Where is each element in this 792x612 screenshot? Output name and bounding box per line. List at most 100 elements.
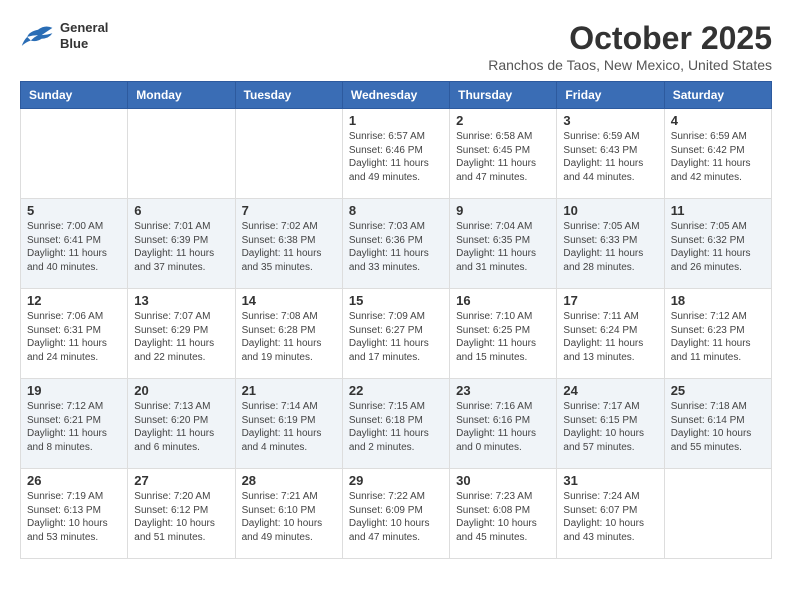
calendar-day-20: 20 Sunrise: 7:13 AMSunset: 6:20 PMDayligh… <box>128 379 235 469</box>
calendar-day-7: 7 Sunrise: 7:02 AMSunset: 6:38 PMDaylight… <box>235 199 342 289</box>
day-number: 13 <box>134 293 228 308</box>
calendar-day-1: 1 Sunrise: 6:57 AMSunset: 6:46 PMDaylight… <box>342 109 449 199</box>
title-section: October 2025 Ranchos de Taos, New Mexico… <box>488 20 772 73</box>
day-info: Sunrise: 7:07 AMSunset: 6:29 PMDaylight:… <box>134 310 228 364</box>
calendar-day-13: 13 Sunrise: 7:07 AMSunset: 6:29 PMDayligh… <box>128 289 235 379</box>
day-number: 29 <box>349 473 443 488</box>
calendar-body: 1 Sunrise: 6:57 AMSunset: 6:46 PMDaylight… <box>21 109 772 559</box>
day-number: 31 <box>563 473 657 488</box>
weekday-header-tuesday: Tuesday <box>235 82 342 109</box>
day-info: Sunrise: 6:59 AMSunset: 6:42 PMDaylight:… <box>671 130 765 184</box>
day-number: 9 <box>456 203 550 218</box>
day-number: 22 <box>349 383 443 398</box>
weekday-header-row: SundayMondayTuesdayWednesdayThursdayFrid… <box>21 82 772 109</box>
calendar-day-18: 18 Sunrise: 7:12 AMSunset: 6:23 PMDayligh… <box>664 289 771 379</box>
empty-day-cell <box>128 109 235 199</box>
day-number: 15 <box>349 293 443 308</box>
day-info: Sunrise: 7:01 AMSunset: 6:39 PMDaylight:… <box>134 220 228 274</box>
day-info: Sunrise: 7:13 AMSunset: 6:20 PMDaylight:… <box>134 400 228 454</box>
weekday-header-friday: Friday <box>557 82 664 109</box>
calendar-day-5: 5 Sunrise: 7:00 AMSunset: 6:41 PMDaylight… <box>21 199 128 289</box>
day-info: Sunrise: 7:05 AMSunset: 6:33 PMDaylight:… <box>563 220 657 274</box>
day-info: Sunrise: 7:16 AMSunset: 6:16 PMDaylight:… <box>456 400 550 454</box>
empty-day-cell <box>21 109 128 199</box>
calendar-day-8: 8Sunrise: 7:03 AMSunset: 6:36 PMDaylight… <box>342 199 449 289</box>
day-number: 6 <box>134 203 228 218</box>
page-header: General Blue October 2025 Ranchos de Tao… <box>20 20 772 73</box>
calendar-table: SundayMondayTuesdayWednesdayThursdayFrid… <box>20 81 772 559</box>
day-number: 11 <box>671 203 765 218</box>
empty-day-cell <box>235 109 342 199</box>
day-info: Sunrise: 7:09 AMSunset: 6:27 PMDaylight:… <box>349 310 443 364</box>
day-number: 14 <box>242 293 336 308</box>
day-info: Sunrise: 7:00 AMSunset: 6:41 PMDaylight:… <box>27 220 121 274</box>
calendar-day-12: 12 Sunrise: 7:06 AMSunset: 6:31 PMDayligh… <box>21 289 128 379</box>
location: Ranchos de Taos, New Mexico, United Stat… <box>488 57 772 73</box>
day-info: Sunrise: 7:11 AMSunset: 6:24 PMDaylight:… <box>563 310 657 364</box>
weekday-header-sunday: Sunday <box>21 82 128 109</box>
calendar-day-3: 3 Sunrise: 6:59 AMSunset: 6:43 PMDaylight… <box>557 109 664 199</box>
logo-icon <box>20 22 56 50</box>
day-number: 19 <box>27 383 121 398</box>
day-number: 24 <box>563 383 657 398</box>
calendar-day-28: 28Sunrise: 7:21 AMSunset: 6:10 PMDayligh… <box>235 469 342 559</box>
day-number: 21 <box>242 383 336 398</box>
empty-day-cell <box>664 469 771 559</box>
calendar-week-1: 1 Sunrise: 6:57 AMSunset: 6:46 PMDaylight… <box>21 109 772 199</box>
day-info: Sunrise: 7:05 AMSunset: 6:32 PMDaylight:… <box>671 220 765 274</box>
day-info: Sunrise: 7:15 AMSunset: 6:18 PMDaylight:… <box>349 400 443 454</box>
day-number: 5 <box>27 203 121 218</box>
calendar-week-4: 19 Sunrise: 7:12 AMSunset: 6:21 PMDayligh… <box>21 379 772 469</box>
day-number: 7 <box>242 203 336 218</box>
calendar-day-21: 21Sunrise: 7:14 AMSunset: 6:19 PMDayligh… <box>235 379 342 469</box>
day-info: Sunrise: 7:20 AMSunset: 6:12 PMDaylight:… <box>134 490 228 544</box>
day-info: Sunrise: 7:02 AMSunset: 6:38 PMDaylight:… <box>242 220 336 274</box>
day-info: Sunrise: 7:06 AMSunset: 6:31 PMDaylight:… <box>27 310 121 364</box>
day-info: Sunrise: 6:58 AMSunset: 6:45 PMDaylight:… <box>456 130 550 184</box>
weekday-header-wednesday: Wednesday <box>342 82 449 109</box>
day-number: 28 <box>242 473 336 488</box>
month-title: October 2025 <box>488 20 772 57</box>
calendar-day-15: 15 Sunrise: 7:09 AMSunset: 6:27 PMDayligh… <box>342 289 449 379</box>
day-number: 8 <box>349 203 443 218</box>
day-number: 18 <box>671 293 765 308</box>
calendar-day-6: 6 Sunrise: 7:01 AMSunset: 6:39 PMDaylight… <box>128 199 235 289</box>
calendar-day-2: 2Sunrise: 6:58 AMSunset: 6:45 PMDaylight… <box>450 109 557 199</box>
day-info: Sunrise: 7:12 AMSunset: 6:21 PMDaylight:… <box>27 400 121 454</box>
calendar-day-16: 16Sunrise: 7:10 AMSunset: 6:25 PMDayligh… <box>450 289 557 379</box>
calendar-day-10: 10Sunrise: 7:05 AMSunset: 6:33 PMDayligh… <box>557 199 664 289</box>
day-info: Sunrise: 7:17 AMSunset: 6:15 PMDaylight:… <box>563 400 657 454</box>
day-info: Sunrise: 7:08 AMSunset: 6:28 PMDaylight:… <box>242 310 336 364</box>
day-number: 12 <box>27 293 121 308</box>
day-number: 1 <box>349 113 443 128</box>
calendar-day-11: 11 Sunrise: 7:05 AMSunset: 6:32 PMDayligh… <box>664 199 771 289</box>
day-number: 23 <box>456 383 550 398</box>
day-number: 20 <box>134 383 228 398</box>
weekday-header-monday: Monday <box>128 82 235 109</box>
day-number: 4 <box>671 113 765 128</box>
calendar-day-17: 17 Sunrise: 7:11 AMSunset: 6:24 PMDayligh… <box>557 289 664 379</box>
day-info: Sunrise: 6:57 AMSunset: 6:46 PMDaylight:… <box>349 130 443 184</box>
calendar-day-19: 19 Sunrise: 7:12 AMSunset: 6:21 PMDayligh… <box>21 379 128 469</box>
day-number: 3 <box>563 113 657 128</box>
day-number: 27 <box>134 473 228 488</box>
calendar-day-31: 31Sunrise: 7:24 AMSunset: 6:07 PMDayligh… <box>557 469 664 559</box>
calendar-day-22: 22 Sunrise: 7:15 AMSunset: 6:18 PMDayligh… <box>342 379 449 469</box>
calendar-day-29: 29 Sunrise: 7:22 AMSunset: 6:09 PMDayligh… <box>342 469 449 559</box>
day-number: 17 <box>563 293 657 308</box>
logo-text: General Blue <box>60 20 108 51</box>
day-number: 25 <box>671 383 765 398</box>
day-info: Sunrise: 7:23 AMSunset: 6:08 PMDaylight:… <box>456 490 550 544</box>
calendar-day-30: 30 Sunrise: 7:23 AMSunset: 6:08 PMDayligh… <box>450 469 557 559</box>
day-info: Sunrise: 7:19 AMSunset: 6:13 PMDaylight:… <box>27 490 121 544</box>
day-number: 30 <box>456 473 550 488</box>
day-info: Sunrise: 6:59 AMSunset: 6:43 PMDaylight:… <box>563 130 657 184</box>
weekday-header-thursday: Thursday <box>450 82 557 109</box>
calendar-day-23: 23 Sunrise: 7:16 AMSunset: 6:16 PMDayligh… <box>450 379 557 469</box>
calendar-day-25: 25Sunrise: 7:18 AMSunset: 6:14 PMDayligh… <box>664 379 771 469</box>
day-info: Sunrise: 7:12 AMSunset: 6:23 PMDaylight:… <box>671 310 765 364</box>
weekday-header-saturday: Saturday <box>664 82 771 109</box>
logo: General Blue <box>20 20 108 51</box>
day-info: Sunrise: 7:04 AMSunset: 6:35 PMDaylight:… <box>456 220 550 274</box>
day-info: Sunrise: 7:22 AMSunset: 6:09 PMDaylight:… <box>349 490 443 544</box>
